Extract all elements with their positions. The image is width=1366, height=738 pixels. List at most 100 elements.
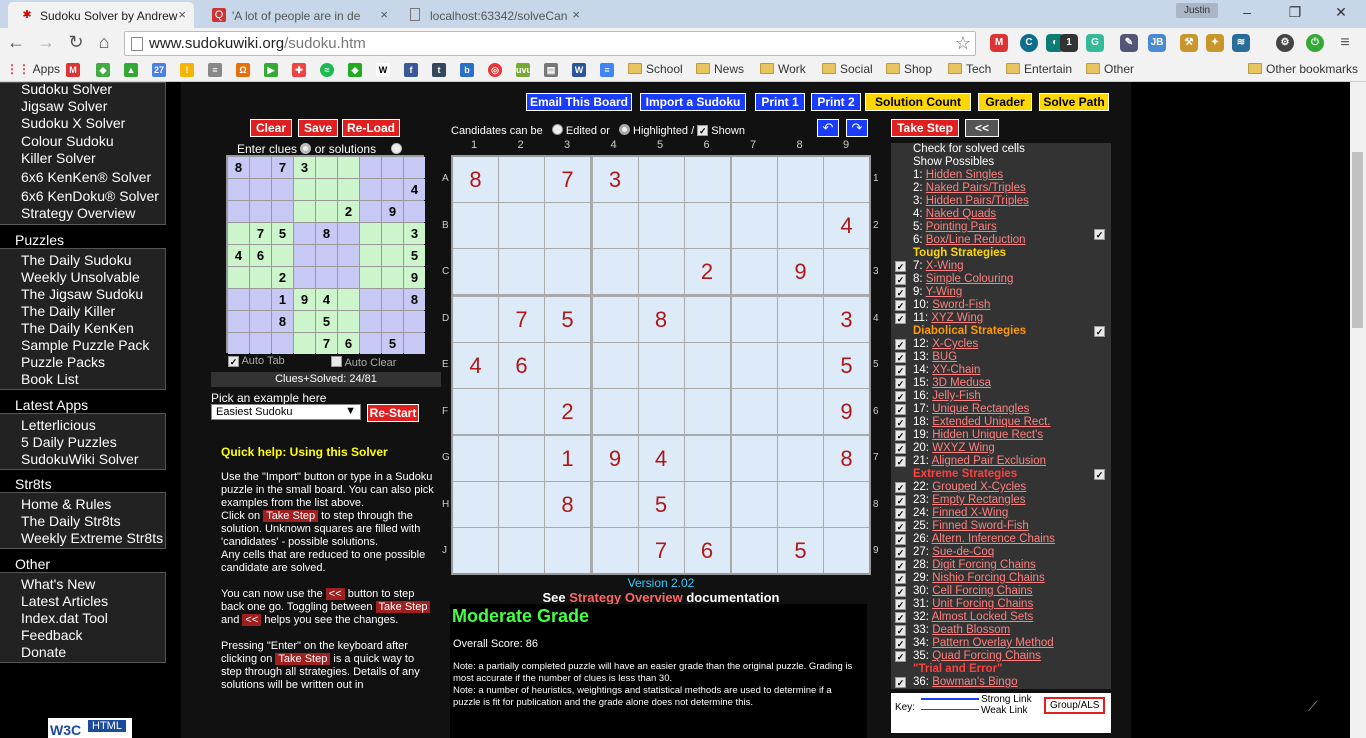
strategy-link[interactable]: BUG	[932, 351, 957, 363]
board-cell[interactable]	[499, 203, 544, 248]
sidebar-item[interactable]: Puzzle Packs	[21, 354, 105, 370]
mini-cell[interactable]	[250, 267, 271, 288]
strategy-row[interactable]: ✓ 35: Quad Forcing Chains	[891, 650, 1111, 663]
board-cell[interactable]	[499, 436, 544, 481]
strategy-link[interactable]: Naked Pairs/Triples	[926, 182, 1026, 194]
power-extension-icon[interactable]: ⏻	[1306, 34, 1324, 52]
shown-checkbox[interactable]: ✓	[697, 125, 709, 136]
strategy-row[interactable]: ✓ 26: Altern. Inference Chains	[891, 533, 1111, 546]
strategy-checkbox[interactable]: ✓	[895, 300, 906, 311]
strategy-row[interactable]: ✓ 34: Pattern Overlay Method	[891, 637, 1111, 650]
board-cell[interactable]	[778, 388, 823, 434]
jb-extension-icon[interactable]: JB	[1148, 34, 1166, 52]
board-cell[interactable]	[499, 388, 544, 434]
highlighted-radio[interactable]	[618, 124, 630, 135]
strategy-link[interactable]: Unique Rectangles	[932, 403, 1029, 415]
board-cell[interactable]: 7	[638, 528, 684, 573]
mini-cell[interactable]	[316, 245, 337, 266]
bookmark-folder-shop[interactable]: Shop	[886, 62, 932, 76]
strategy-checkbox[interactable]: ✓	[895, 573, 906, 584]
board-cell[interactable]	[592, 296, 638, 342]
strategy-row[interactable]: ✓ 25: Finned Sword-Fish	[891, 520, 1111, 533]
strategy-link[interactable]: Finned X-Wing	[932, 507, 1008, 519]
group-checkbox[interactable]: ✓	[1094, 469, 1105, 480]
mini-cell[interactable]	[228, 179, 249, 200]
print1-button[interactable]: Print 1	[755, 93, 805, 111]
mini-cell[interactable]: 3	[404, 223, 425, 244]
mini-cell[interactable]	[404, 201, 425, 222]
sidebar-item[interactable]: Strategy Overview	[21, 205, 135, 221]
board-cell[interactable]	[592, 249, 638, 294]
auto-tab-row[interactable]: ✓ Auto Tab	[228, 355, 285, 367]
mini-cell[interactable]: 7	[250, 223, 271, 244]
strategy-row[interactable]: ✓ 20: WXYZ Wing	[891, 442, 1111, 455]
mini-cell[interactable]	[360, 311, 381, 332]
strategy-checkbox[interactable]: ✓	[895, 443, 906, 454]
mini-cell[interactable]	[338, 311, 359, 332]
board-cell[interactable]	[732, 528, 777, 573]
board-cell[interactable]: 4	[638, 436, 684, 481]
board-cell[interactable]: 7	[499, 296, 544, 342]
board-cell[interactable]	[453, 436, 498, 481]
board-cell[interactable]: 5	[778, 528, 823, 573]
mini-cell[interactable]: 3	[294, 157, 315, 178]
print2-button[interactable]: Print 2	[811, 93, 861, 111]
forward-icon[interactable]: →	[34, 32, 58, 53]
strategy-row[interactable]: ✓ 9: Y-Wing	[891, 286, 1111, 299]
board-cell[interactable]	[592, 482, 638, 527]
mini-cell[interactable]: 4	[228, 245, 249, 266]
strategy-row[interactable]: ✓ 28: Digit Forcing Chains	[891, 559, 1111, 572]
lifebuoy-bookmark-icon[interactable]: ◎	[488, 63, 502, 77]
board-cell[interactable]	[684, 296, 730, 342]
gmail-bookmark-icon[interactable]: M	[66, 63, 80, 77]
board-cell[interactable]	[778, 436, 823, 481]
sidebar-item[interactable]: 6x6 KenDoku® Solver	[21, 188, 159, 204]
strategy-row[interactable]: ✓ 11: XYZ Wing	[891, 312, 1111, 325]
close-window-icon[interactable]: ✕	[1326, 4, 1356, 21]
mini-cell[interactable]	[316, 267, 337, 288]
board-cell[interactable]	[732, 157, 777, 202]
strategy-checkbox[interactable]: ✓	[895, 287, 906, 298]
strategy-link[interactable]: Naked Quads	[926, 208, 996, 220]
strategy-row[interactable]: ✓ 24: Finned X-Wing	[891, 507, 1111, 520]
feedly-bookmark-icon[interactable]: ◆	[348, 63, 362, 77]
mini-cell[interactable]	[250, 311, 271, 332]
mini-cell[interactable]	[250, 333, 271, 354]
reload-board-button[interactable]: Re-Load	[342, 119, 400, 137]
mini-cell[interactable]	[228, 289, 249, 310]
docs-bookmark-icon[interactable]: ≡	[600, 63, 614, 77]
bookmark-folder-news[interactable]: News	[696, 62, 744, 76]
mini-cell[interactable]	[360, 157, 381, 178]
circle-extension-icon[interactable]: C	[1020, 34, 1038, 52]
board-cell[interactable]	[499, 528, 544, 573]
board-cell[interactable]	[638, 342, 684, 388]
strategy-link[interactable]: Unit Forcing Chains	[932, 598, 1033, 610]
strategy-checkbox[interactable]: ✓	[895, 378, 906, 389]
strategy-checkbox[interactable]: ✓	[895, 430, 906, 441]
headphones-bookmark-icon[interactable]: Ω	[236, 63, 250, 77]
mini-cell[interactable]	[382, 157, 403, 178]
mini-cell[interactable]: 5	[404, 245, 425, 266]
mini-cell[interactable]	[360, 289, 381, 310]
board-cell[interactable]	[638, 157, 684, 202]
sidebar-item[interactable]: What's New	[21, 576, 95, 592]
play-bookmark-icon[interactable]: ▶	[264, 63, 278, 77]
bookmark-folder-school[interactable]: School	[628, 62, 683, 76]
mini-cell[interactable]	[228, 201, 249, 222]
strategy-checkbox[interactable]: ✓	[895, 508, 906, 519]
board-cell[interactable]	[592, 388, 638, 434]
strategy-checkbox[interactable]: ✓	[895, 404, 906, 415]
strategy-row[interactable]: ✓ 16: Jelly-Fish	[891, 390, 1111, 403]
board-cell[interactable]	[545, 528, 590, 573]
sidebar-item[interactable]: Feedback	[21, 627, 82, 643]
board-cell[interactable]	[638, 388, 684, 434]
mini-cell[interactable]	[338, 157, 359, 178]
bookmark-folder-work[interactable]: Work	[760, 62, 806, 76]
sidebar-item[interactable]: The Daily KenKen	[21, 320, 134, 336]
mini-cell[interactable]: 8	[272, 311, 293, 332]
home-icon[interactable]: ⌂	[92, 32, 116, 53]
mini-cell[interactable]: 6	[250, 245, 271, 266]
uvu-bookmark-icon[interactable]: uvu	[516, 63, 532, 77]
mini-cell[interactable]	[316, 201, 337, 222]
mini-cell[interactable]	[294, 201, 315, 222]
